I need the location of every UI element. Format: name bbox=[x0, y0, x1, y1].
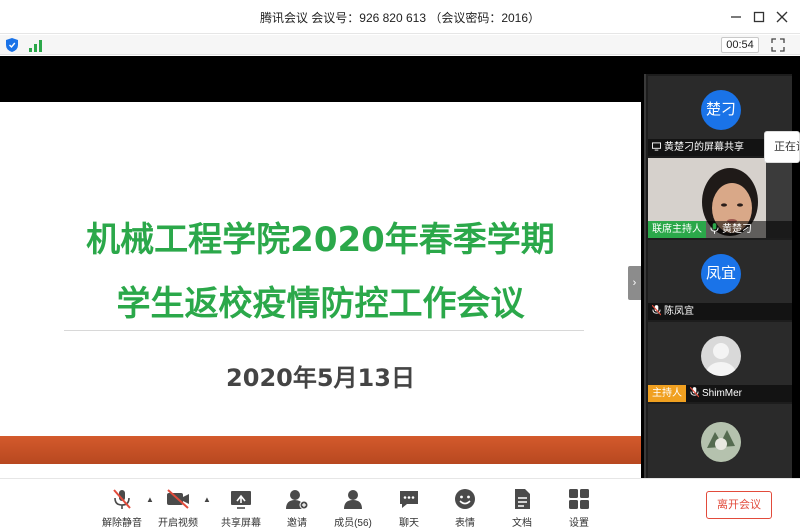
screen-share-icon bbox=[652, 142, 661, 151]
meeting-toolbar: 解除静音 ▲ 开启视频 ▲ 共享屏幕 邀请 成员(56) 聊天 表情 文档 设置… bbox=[0, 478, 800, 532]
avatar: 凤宜 bbox=[701, 254, 741, 294]
meeting-timer: 00:54 bbox=[721, 37, 759, 53]
unmute-button[interactable]: 解除静音 bbox=[95, 487, 149, 531]
tile-label-bar: 主持人 ShimMer bbox=[648, 385, 792, 402]
shield-icon[interactable] bbox=[6, 38, 18, 52]
video-off-icon bbox=[167, 489, 189, 509]
participant-label: 黄楚刁的屏幕共享 bbox=[664, 142, 744, 153]
emoji-button[interactable]: 表情 bbox=[438, 487, 492, 531]
chevron-right-icon: › bbox=[632, 277, 637, 289]
close-icon[interactable] bbox=[773, 8, 791, 26]
participant-name: ShimMer bbox=[702, 388, 743, 399]
presentation-slide: 机械工程学院2020年春季学期 学生返校疫情防控工作会议 2020年5月13日 bbox=[0, 102, 641, 518]
toolbar-label: 成员(56) bbox=[334, 518, 372, 529]
caret-up-icon[interactable]: ▲ bbox=[203, 495, 211, 504]
participant-name: 黄楚刁 bbox=[722, 224, 752, 235]
members-icon bbox=[344, 490, 362, 509]
participant-tile-video[interactable]: 联席主持人 黄楚刁 bbox=[648, 158, 792, 238]
mic-icon bbox=[710, 223, 719, 234]
photo-avatar-icon bbox=[701, 422, 741, 462]
network-signal-icon[interactable] bbox=[29, 39, 43, 57]
fullscreen-icon[interactable] bbox=[770, 37, 786, 53]
cohost-badge: 联席主持人 bbox=[648, 221, 706, 238]
avatar bbox=[701, 336, 741, 376]
toolbar-label: 设置 bbox=[569, 518, 589, 529]
invite-icon bbox=[286, 490, 309, 510]
collapse-panel-button[interactable]: › bbox=[628, 266, 641, 300]
settings-button[interactable]: 设置 bbox=[552, 487, 606, 531]
document-button[interactable]: 文档 bbox=[495, 487, 549, 531]
chat-button[interactable]: 聊天 bbox=[382, 487, 436, 531]
mic-muted-icon bbox=[652, 305, 661, 316]
avatar: 楚刁 bbox=[701, 90, 741, 130]
share-screen-icon bbox=[231, 491, 251, 509]
shared-screen-stage: 机械工程学院2020年春季学期 学生返校疫情防控工作会议 2020年5月13日 … bbox=[0, 56, 800, 518]
default-user-icon bbox=[706, 343, 736, 376]
toolbar-label: 聊天 bbox=[399, 518, 419, 529]
slide-divider bbox=[64, 330, 584, 331]
document-icon bbox=[515, 489, 530, 509]
members-button[interactable]: 成员(56) bbox=[326, 487, 380, 531]
slide-footer-band bbox=[0, 436, 641, 464]
participant-tile-host[interactable]: 主持人 ShimMer bbox=[648, 322, 792, 402]
participant-tile-avatar[interactable]: 凤宜 陈凤宜 bbox=[648, 240, 792, 320]
window-title: 腾讯会议 会议号：926 820 613 （会议密码：2016） bbox=[259, 11, 541, 25]
speaking-indicator-chip: 正在讲 bbox=[764, 131, 800, 163]
toolbar-label: 共享屏幕 bbox=[221, 518, 261, 529]
minimize-icon[interactable] bbox=[727, 8, 745, 26]
participant-name: 陈凤宜 bbox=[664, 306, 694, 317]
mic-muted-icon bbox=[113, 489, 131, 509]
toolbar-label: 文档 bbox=[512, 518, 532, 529]
invite-button[interactable]: 邀请 bbox=[270, 487, 324, 531]
leave-meeting-button[interactable]: 离开会议 bbox=[706, 491, 772, 519]
chat-icon bbox=[400, 491, 418, 508]
tile-label-bar: 陈凤宜 bbox=[648, 303, 792, 320]
toolbar-label: 开启视频 bbox=[158, 518, 198, 529]
share-screen-button[interactable]: 共享屏幕 bbox=[214, 487, 268, 531]
participant-tile-partial[interactable] bbox=[648, 404, 792, 478]
title-bar: 腾讯会议 会议号：926 820 613 （会议密码：2016） bbox=[0, 0, 800, 34]
host-badge: 主持人 bbox=[648, 385, 686, 402]
avatar bbox=[701, 422, 741, 462]
slide-title-line1: 机械工程学院2020年春季学期 bbox=[86, 220, 555, 260]
toolbar-label: 解除静音 bbox=[102, 518, 142, 529]
emoji-icon bbox=[455, 489, 475, 509]
settings-icon bbox=[569, 489, 589, 509]
slide-date: 2020年5月13日 bbox=[226, 364, 415, 392]
status-strip: 00:54 bbox=[0, 35, 800, 55]
mic-muted-icon bbox=[690, 387, 699, 398]
slide-title-line2: 学生返校疫情防控工作会议 bbox=[116, 284, 525, 324]
tile-label-bar: 联席主持人 黄楚刁 bbox=[648, 221, 792, 238]
toolbar-label: 表情 bbox=[455, 518, 475, 529]
start-video-button[interactable]: 开启视频 bbox=[151, 487, 205, 531]
toolbar-label: 邀请 bbox=[287, 518, 307, 529]
maximize-icon[interactable] bbox=[750, 8, 768, 26]
